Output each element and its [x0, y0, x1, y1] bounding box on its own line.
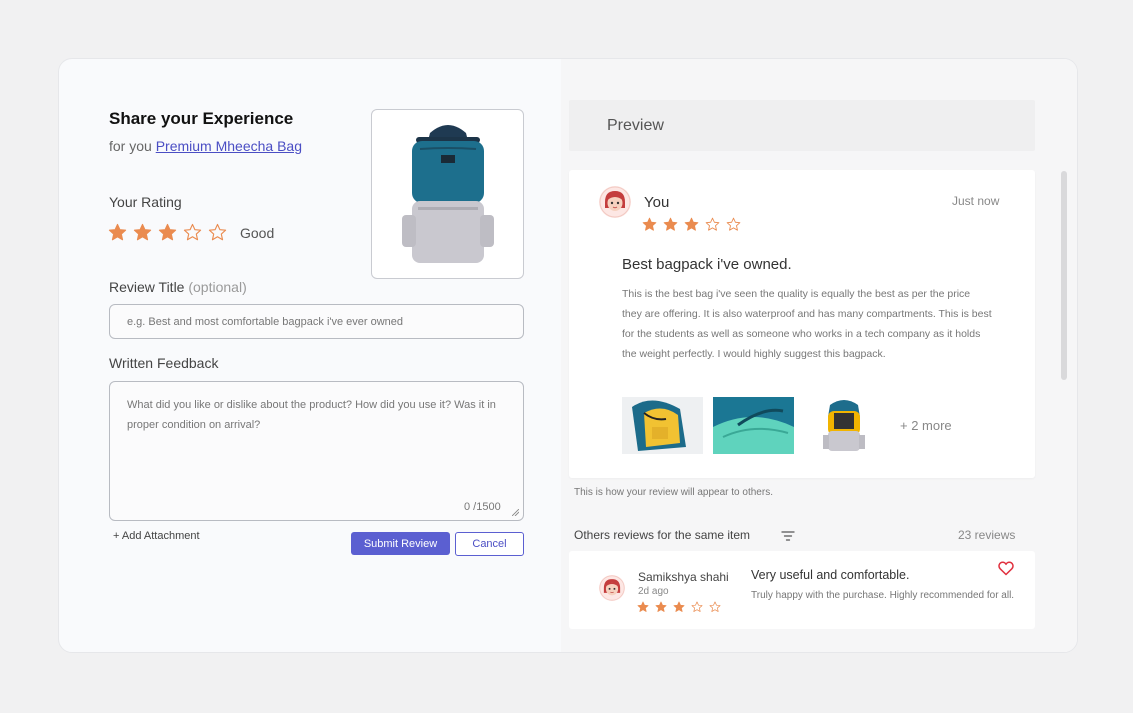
- feedback-label: Written Feedback: [109, 355, 219, 371]
- preview-review-card: You Just now Best bagpack i've owned. Th…: [569, 170, 1035, 478]
- star-icon: [655, 601, 667, 613]
- star-outline-icon[interactable]: [208, 223, 227, 242]
- review-body: Truly happy with the purchase. Highly re…: [751, 590, 1015, 601]
- star-icon: [663, 217, 678, 232]
- reviews-count: 23 reviews: [958, 528, 1016, 542]
- product-image: [371, 109, 524, 279]
- preview-title: Preview: [607, 117, 664, 134]
- star-icon: [637, 601, 649, 613]
- avatar: [599, 186, 631, 218]
- review-rating: [637, 601, 727, 613]
- star-outline-icon: [691, 601, 703, 613]
- star-outline-icon[interactable]: [183, 223, 202, 242]
- attachment-thumbnails: + 2 more: [622, 397, 952, 454]
- attachment-thumbnail[interactable]: [713, 397, 794, 454]
- page-title: Share your Experience: [109, 109, 294, 128]
- review-time: 2d ago: [638, 586, 669, 597]
- submit-review-button[interactable]: Submit Review: [351, 532, 450, 555]
- star-outline-icon: [726, 217, 741, 232]
- review-list-item: Samikshya shahi 2d ago Very useful and c…: [569, 551, 1035, 629]
- star-icon: [684, 217, 699, 232]
- preview-review-title: Best bagpack i've owned.: [622, 256, 792, 273]
- char-counter: 0 /1500: [464, 501, 501, 513]
- preview-time: Just now: [952, 194, 1000, 208]
- review-card-container: Share your Experience for you Premium Mh…: [58, 58, 1078, 653]
- preview-scrollbar[interactable]: [1061, 171, 1067, 380]
- reviewer-name: Samikshya shahi: [638, 570, 729, 584]
- more-attachments-link[interactable]: + 2 more: [900, 418, 952, 433]
- preview-author: You: [644, 194, 670, 211]
- avatar: [599, 575, 625, 601]
- star-outline-icon: [705, 217, 720, 232]
- attachment-thumbnail[interactable]: [622, 397, 703, 454]
- add-attachment-link[interactable]: + Add Attachment: [113, 530, 200, 542]
- star-icon[interactable]: [158, 223, 177, 242]
- star-icon[interactable]: [133, 223, 152, 242]
- feedback-textarea[interactable]: [109, 381, 524, 521]
- rating-stars[interactable]: Good: [108, 223, 274, 242]
- star-icon: [673, 601, 685, 613]
- star-icon[interactable]: [108, 223, 127, 242]
- filter-icon[interactable]: [781, 530, 795, 542]
- rating-label: Your Rating: [109, 194, 182, 210]
- review-title: Very useful and comfortable.: [751, 568, 910, 582]
- resize-grip-icon[interactable]: [512, 509, 519, 516]
- review-title-label: Review Title (optional): [109, 279, 247, 295]
- star-outline-icon: [709, 601, 721, 613]
- star-icon: [642, 217, 657, 232]
- preview-rating: [642, 217, 747, 232]
- heart-icon[interactable]: [998, 561, 1014, 576]
- product-link[interactable]: Premium Mheecha Bag: [156, 138, 302, 154]
- optional-hint: (optional): [188, 279, 247, 295]
- rating-word: Good: [240, 224, 275, 241]
- for-prefix: for you: [109, 138, 152, 154]
- preview-note: This is how your review will appear to o…: [574, 487, 773, 498]
- product-line: for you Premium Mheecha Bag: [109, 138, 302, 154]
- preview-review-body: This is the best bag i've seen the quali…: [622, 288, 992, 360]
- review-title-input[interactable]: [109, 304, 524, 339]
- others-reviews-heading: Others reviews for the same item: [574, 528, 751, 542]
- preview-header: Preview: [569, 100, 1035, 151]
- attachment-thumbnail[interactable]: [804, 397, 885, 454]
- cancel-button[interactable]: Cancel: [455, 532, 524, 556]
